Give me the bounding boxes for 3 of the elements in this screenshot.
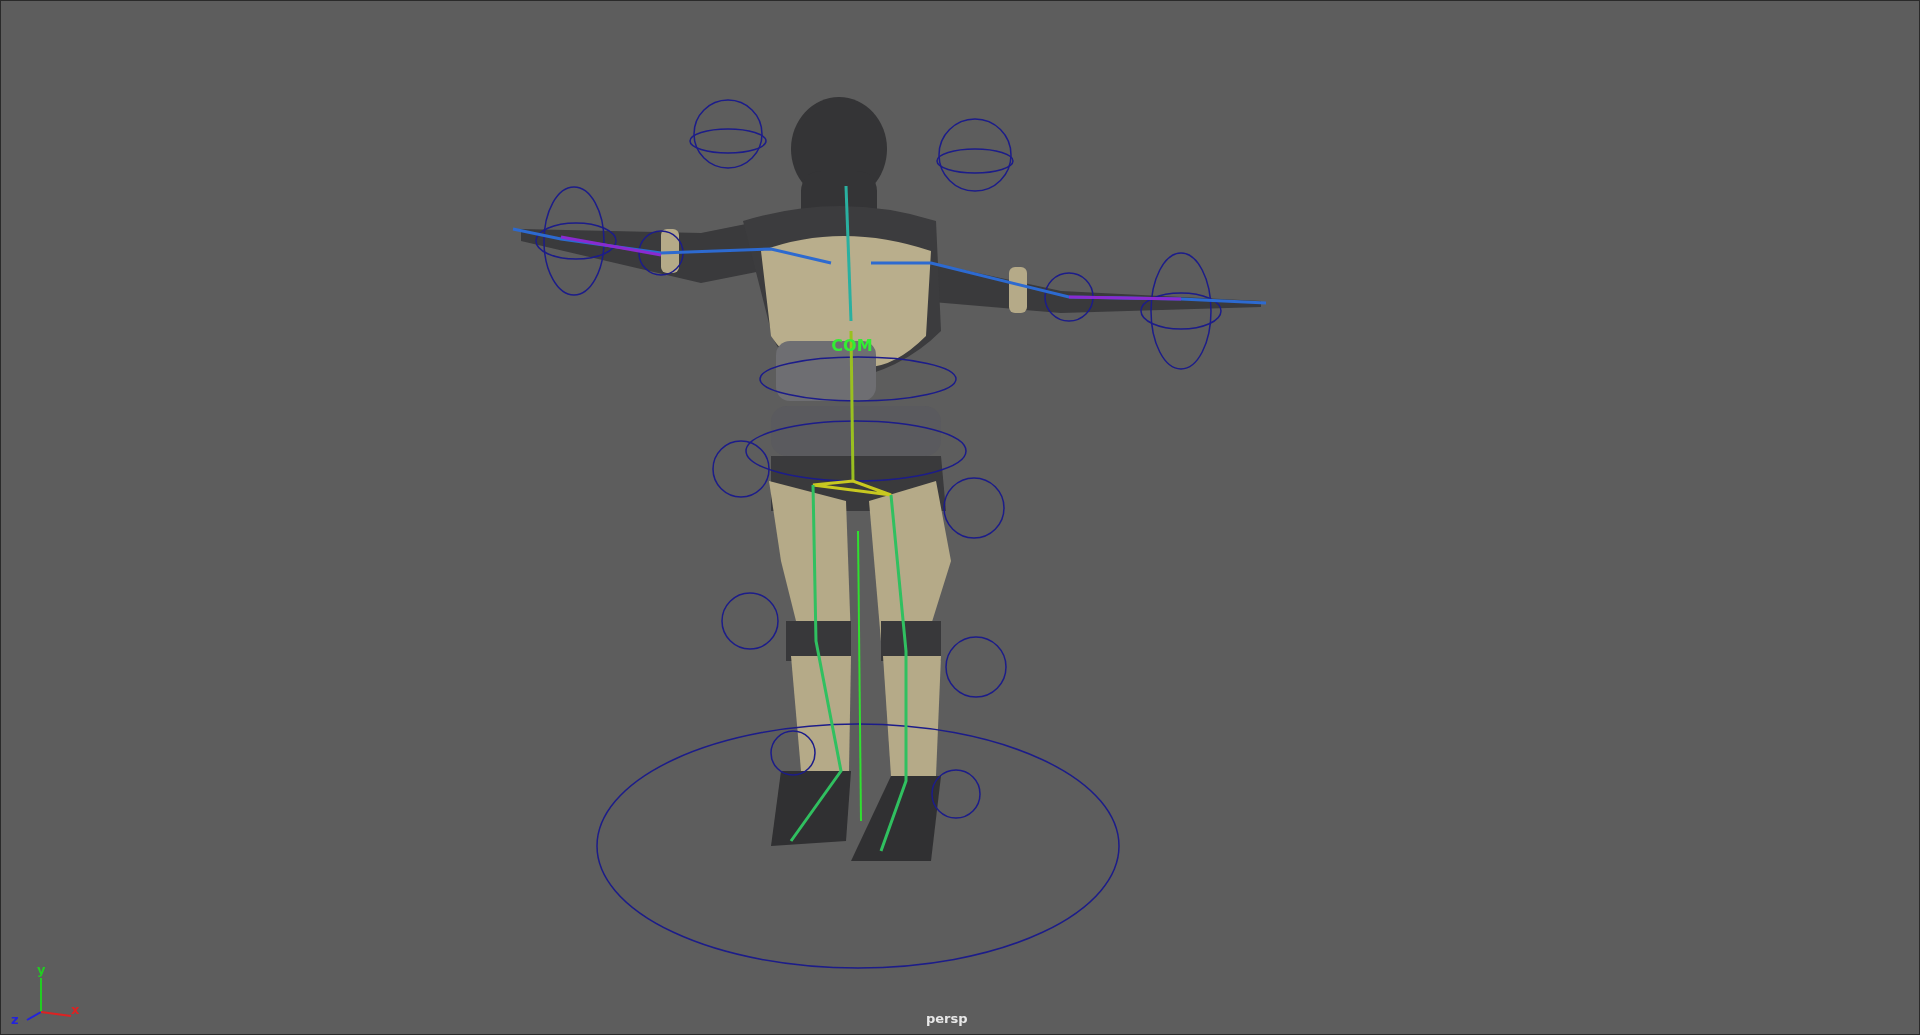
rig-controls-drawing[interactable]	[535, 99, 1222, 969]
camera-label: persp	[926, 1009, 968, 1028]
axis-gizmo: y z x	[11, 964, 81, 1024]
